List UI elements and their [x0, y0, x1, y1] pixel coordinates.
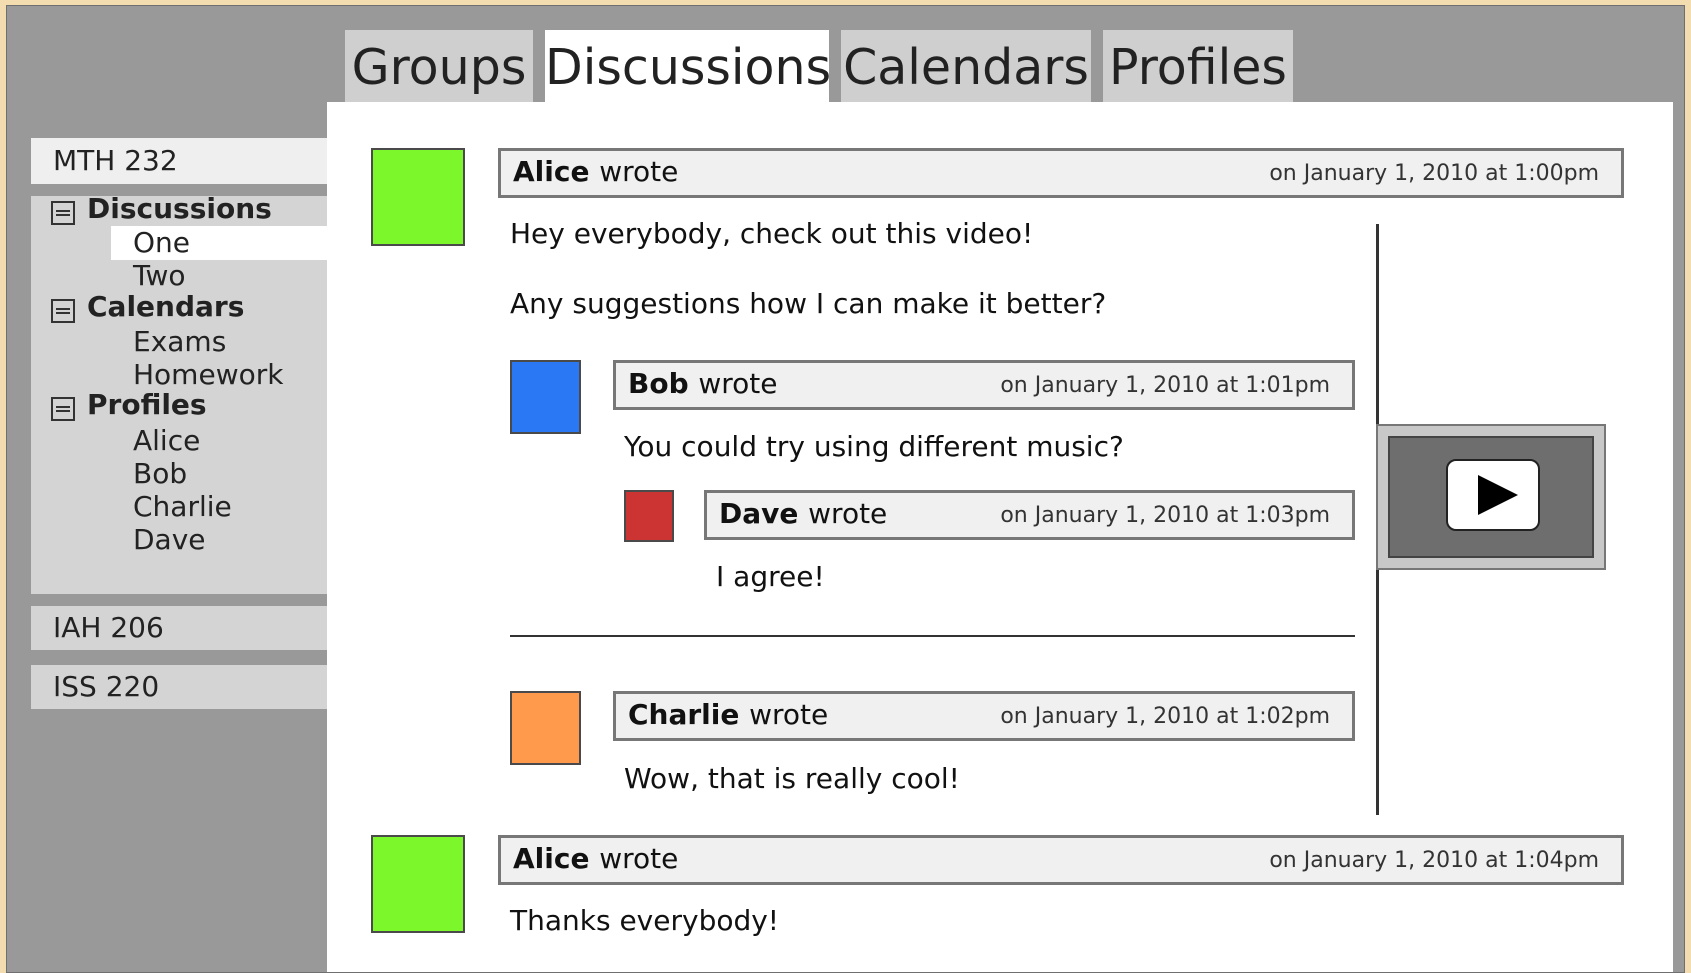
avatar	[371, 148, 465, 246]
tree-item-charlie[interactable]: Charlie	[111, 490, 327, 524]
post-header: Dave wrote on January 1, 2010 at 1:03pm	[704, 490, 1355, 540]
tree-item-homework[interactable]: Homework	[111, 358, 327, 392]
post-author[interactable]: Alice wrote	[513, 838, 678, 880]
avatar	[371, 835, 465, 933]
sidebar-course-iss220[interactable]: ISS 220	[31, 665, 327, 709]
post-header: Bob wrote on January 1, 2010 at 1:01pm	[613, 360, 1355, 410]
post-date: on January 1, 2010 at 1:04pm	[1269, 848, 1599, 873]
sidebar-tree: Discussions One Two Calendars Exams Home…	[31, 192, 327, 594]
discussion-panel: Alice wrote on January 1, 2010 at 1:00pm…	[327, 102, 1673, 972]
post-date: on January 1, 2010 at 1:03pm	[1000, 503, 1330, 528]
avatar	[510, 691, 581, 765]
post-date: on January 1, 2010 at 1:00pm	[1269, 161, 1599, 186]
collapse-icon[interactable]	[51, 299, 75, 323]
collapse-icon[interactable]	[51, 397, 75, 421]
tab-profiles[interactable]: Profiles	[1103, 30, 1293, 108]
collapse-icon[interactable]	[51, 201, 75, 225]
tab-groups[interactable]: Groups	[345, 30, 533, 108]
sidebar-course-mth232[interactable]: MTH 232	[31, 138, 327, 184]
post-text: Thanks everybody!	[510, 904, 780, 937]
app-window: Groups Discussions Calendars Profiles MT…	[6, 5, 1685, 973]
tree-item-alice[interactable]: Alice	[111, 424, 327, 458]
avatar	[624, 490, 674, 542]
tree-item-two[interactable]: Two	[111, 259, 327, 293]
play-icon[interactable]	[1446, 459, 1540, 531]
post-date: on January 1, 2010 at 1:01pm	[1000, 373, 1330, 398]
tree-category-discussions[interactable]: Discussions	[87, 192, 272, 226]
post-text: Wow, that is really cool!	[624, 762, 960, 795]
post-text: Any suggestions how I can make it better…	[510, 287, 1107, 320]
sidebar-course-iah206[interactable]: IAH 206	[31, 606, 327, 650]
post-header: Charlie wrote on January 1, 2010 at 1:02…	[613, 691, 1355, 741]
tab-calendars[interactable]: Calendars	[841, 30, 1091, 108]
reply-divider	[510, 635, 1355, 637]
post-text: You could try using different music?	[624, 430, 1124, 463]
tree-category-calendars[interactable]: Calendars	[87, 290, 244, 324]
post-author[interactable]: Dave wrote	[719, 493, 887, 535]
post-text: Hey everybody, check out this video!	[510, 217, 1034, 250]
tab-discussions[interactable]: Discussions	[545, 30, 831, 110]
tree-category-profiles[interactable]: Profiles	[87, 388, 207, 422]
post-author[interactable]: Alice wrote	[513, 151, 678, 193]
post-author[interactable]: Bob wrote	[628, 363, 778, 405]
post-author[interactable]: Charlie wrote	[628, 694, 828, 736]
avatar	[510, 360, 581, 434]
tree-item-bob[interactable]: Bob	[111, 457, 327, 491]
tree-item-dave[interactable]: Dave	[111, 523, 327, 557]
video-screen	[1388, 436, 1594, 558]
post-header: Alice wrote on January 1, 2010 at 1:04pm	[498, 835, 1624, 885]
tree-item-one[interactable]: One	[111, 226, 327, 260]
post-date: on January 1, 2010 at 1:02pm	[1000, 704, 1330, 729]
post-header: Alice wrote on January 1, 2010 at 1:00pm	[498, 148, 1624, 198]
video-thumbnail[interactable]	[1376, 424, 1606, 570]
tree-item-exams[interactable]: Exams	[111, 325, 327, 359]
post-text: I agree!	[716, 560, 825, 593]
